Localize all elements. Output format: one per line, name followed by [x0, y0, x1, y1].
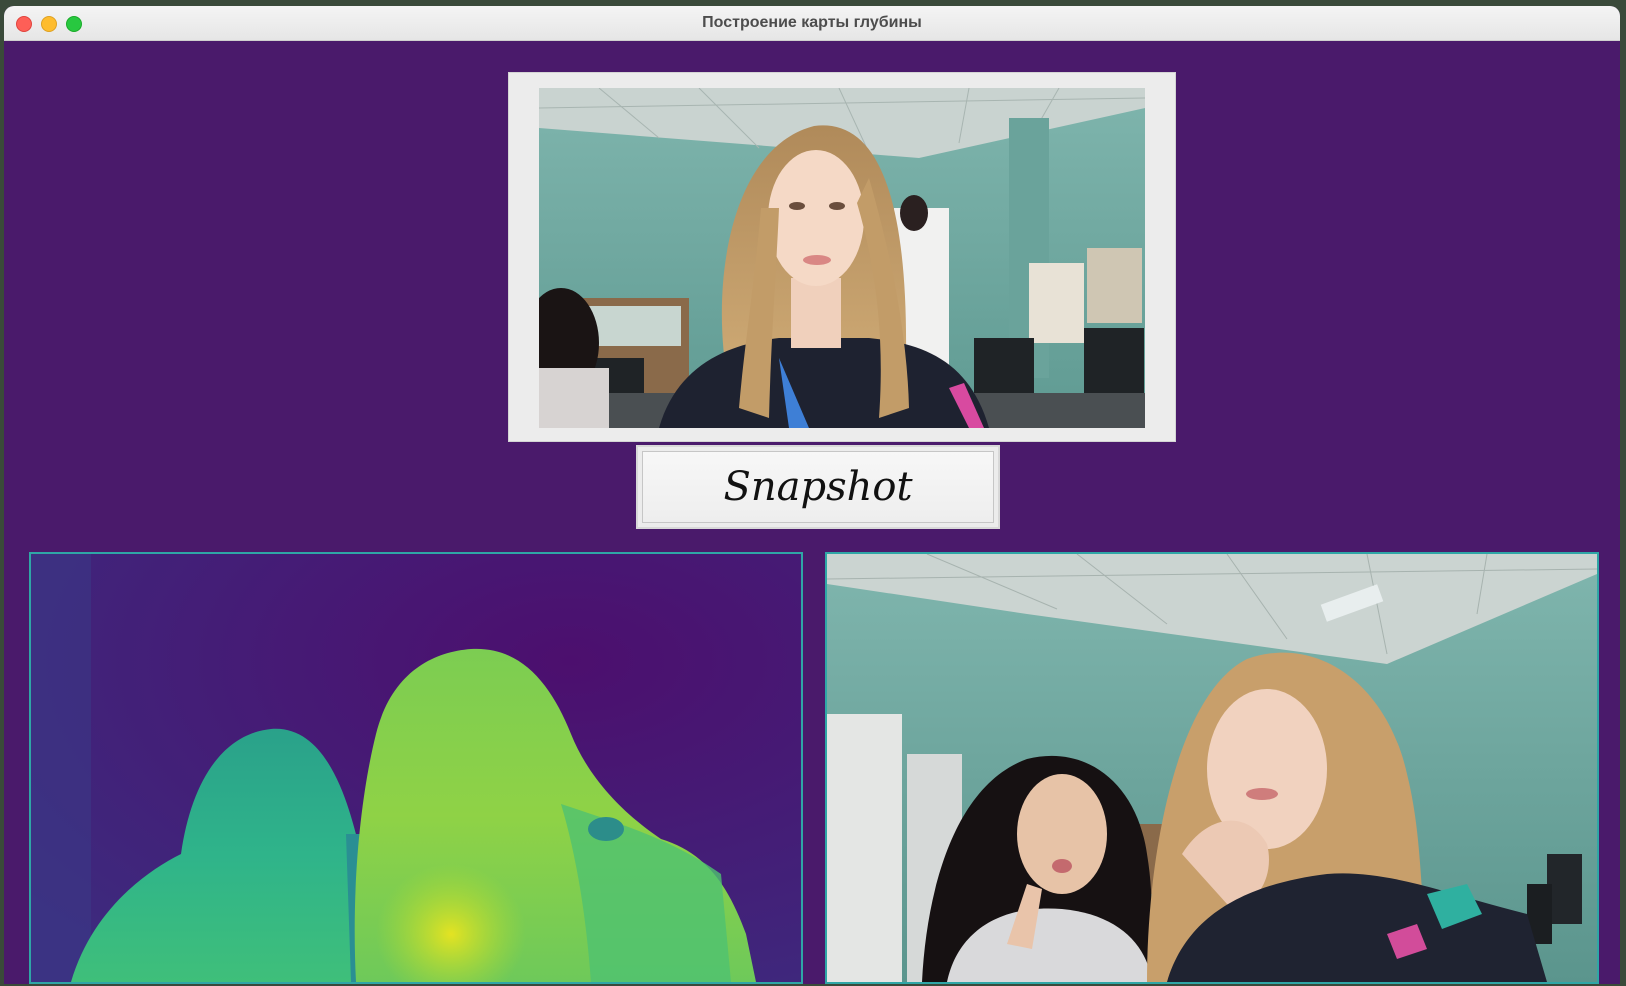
- live-camera-feed: [539, 88, 1145, 428]
- depth-map-panel: [29, 552, 803, 984]
- snapshot-image-panel: [825, 552, 1599, 984]
- title-bar[interactable]: Построение карты глубины: [4, 6, 1620, 41]
- main-content: Snapshot: [4, 41, 1620, 984]
- app-window: Построение карты глубины Snapshot: [4, 6, 1620, 984]
- window-title: Построение карты глубины: [702, 14, 922, 31]
- snapshot-button[interactable]: Snapshot: [636, 445, 1000, 529]
- depth-map-image: [31, 554, 801, 982]
- snapshot-image: [827, 554, 1597, 982]
- live-camera-frame: [508, 72, 1176, 442]
- snapshot-button-label: Snapshot: [723, 464, 913, 510]
